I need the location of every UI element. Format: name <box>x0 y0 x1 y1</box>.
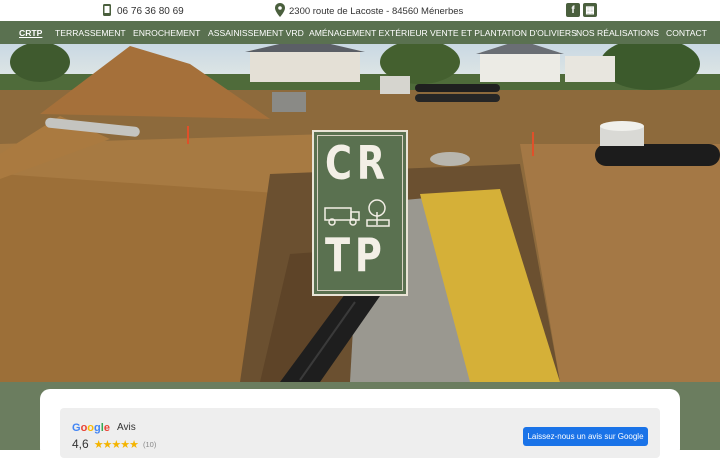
location-pin-icon <box>274 2 286 20</box>
nav-item-contact[interactable]: CONTACT <box>666 28 707 38</box>
nav-item-nos-realisations[interactable]: NOS RÉALISATIONS <box>576 28 659 38</box>
rating-summary: 4,6 ★★★★★ (10) <box>72 437 156 451</box>
leave-review-button[interactable]: Laissez-nous un avis sur Google <box>523 427 648 446</box>
review-count: (10) <box>143 439 157 449</box>
facebook-icon[interactable]: f <box>566 3 580 17</box>
star-rating-icon: ★★★★★ <box>93 438 139 451</box>
phone-icon <box>100 3 114 20</box>
logo-line-2: TP <box>325 228 387 282</box>
reviews-label: Avis <box>117 422 136 433</box>
google-logo: Google <box>72 422 110 434</box>
nav-item-crtp[interactable]: CRTP <box>19 28 42 38</box>
nav-item-terrassement[interactable]: TERRASSEMENT <box>55 28 126 38</box>
phone-number: 06 76 36 80 69 <box>117 5 184 17</box>
rating-score: 4,6 <box>72 437 89 451</box>
main-navigation: CRTP TERRASSEMENT ENROCHEMENT ASSAINISSE… <box>0 21 720 44</box>
logo-line-1: CR <box>325 136 390 190</box>
gallery-icon[interactable]: ▦ <box>583 3 597 17</box>
nav-item-vente-plantation-oliviers[interactable]: VENTE ET PLANTATION D'OLIVIERS <box>430 28 577 38</box>
nav-item-assainissement-vrd[interactable]: ASSAINISSEMENT VRD <box>208 28 304 38</box>
crtp-logo[interactable]: CR TP <box>312 130 408 296</box>
google-reviews-widget: Google Avis 4,6 ★★★★★ (10) Laissez-nous … <box>60 408 660 458</box>
truck-and-olive-tree-icon <box>324 199 390 227</box>
nav-item-amenagement-exterieur[interactable]: AMÉNAGEMENT EXTÉRIEUR <box>309 28 428 38</box>
social-links: f ▦ <box>566 3 597 17</box>
address-contact[interactable]: 2300 route de Lacoste - 84560 Ménerbes <box>274 2 464 20</box>
nav-item-enrochement[interactable]: ENROCHEMENT <box>133 28 200 38</box>
top-contact-bar: 06 76 36 80 69 2300 route de Lacoste - 8… <box>0 0 720 21</box>
address-text: 2300 route de Lacoste - 84560 Ménerbes <box>289 5 464 17</box>
phone-contact[interactable]: 06 76 36 80 69 <box>100 3 184 19</box>
